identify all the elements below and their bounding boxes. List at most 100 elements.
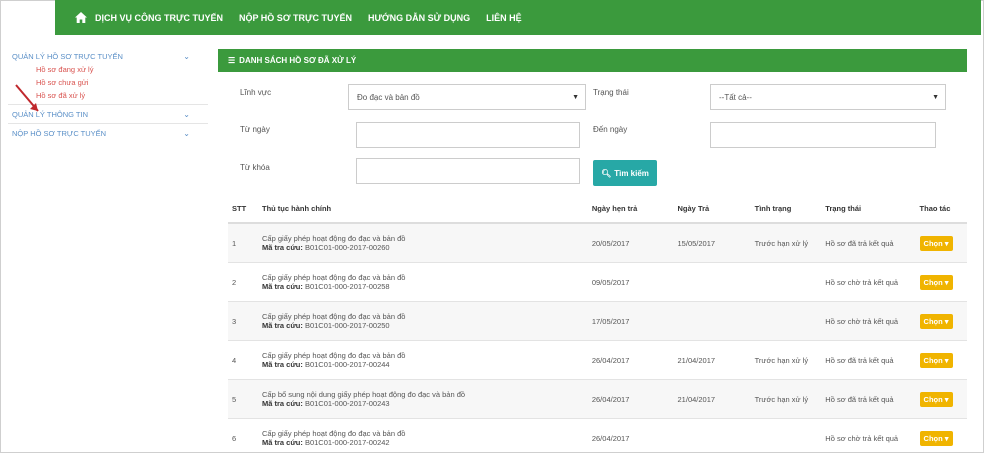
- home-icon[interactable]: [67, 0, 95, 35]
- cell-trang-thai: Hồ sơ chờ trả kết quả: [821, 263, 915, 302]
- nav-huong-dan[interactable]: HƯỚNG DẪN SỬ DỤNG: [368, 13, 470, 23]
- cell-thao-tac: Chọn ▾: [916, 302, 967, 341]
- sidebar-item-nop-ho-so[interactable]: NỘP HỒ SƠ TRỰC TUYẾN ⌄: [8, 126, 208, 140]
- cell-thao-tac: Chọn ▾: [916, 223, 967, 263]
- denngay-input[interactable]: [710, 122, 936, 148]
- code-label: Mã tra cứu:: [262, 360, 303, 369]
- cell-ngay-hen: 09/05/2017: [588, 263, 674, 302]
- sidebar-item-quan-ly-ho-so[interactable]: QUẢN LÝ HỒ SƠ TRỰC TUYẾN ⌄: [8, 49, 208, 63]
- procedure-name: Cấp giấy phép hoạt động đo đạc và bản đồ: [262, 273, 584, 282]
- code-label: Mã tra cứu:: [262, 438, 303, 447]
- cell-ngay-tra: [674, 263, 751, 302]
- cell-thu-tuc: Cấp giấy phép hoạt động đo đạc và bản đồ…: [258, 263, 588, 302]
- caret-down-icon: ▾: [945, 356, 949, 365]
- col-header-thu-tuc: Thủ tục hành chính: [258, 195, 588, 223]
- linhvuc-select[interactable]: Đo đạc và bản đồ ▼: [348, 84, 586, 110]
- nav-lien-he[interactable]: LIÊN HỆ: [486, 13, 522, 23]
- table-row: 2 Cấp giấy phép hoạt động đo đạc và bản …: [228, 263, 967, 302]
- nav-dich-vu-cong[interactable]: DỊCH VỤ CÔNG TRỰC TUYẾN: [95, 13, 223, 23]
- nav-nop-ho-so[interactable]: NỘP HỒ SƠ TRỰC TUYẾN: [239, 13, 352, 23]
- chon-button[interactable]: Chọn ▾: [920, 236, 953, 251]
- caret-down-icon: ▾: [945, 434, 949, 443]
- col-header-ngay-tra: Ngày Trả: [674, 195, 751, 223]
- chevron-down-icon: ⌄: [183, 129, 190, 138]
- sidebar-subitem-dang-xu-ly[interactable]: Hồ sơ đang xử lý: [8, 63, 208, 76]
- procedure-name: Cấp giấy phép hoạt động đo đạc và bản đồ: [262, 351, 584, 360]
- tracking-code: Mã tra cứu: B01C01-000-2017-00258: [262, 282, 584, 291]
- cell-thu-tuc: Cấp bổ sung nội dung giấy phép hoạt động…: [258, 380, 588, 419]
- cell-trang-thai: Hồ sơ đã trả kết quả: [821, 380, 915, 419]
- stt-value: 4: [232, 356, 236, 365]
- chevron-down-icon: ⌄: [183, 52, 190, 61]
- cell-tinh-trang: [751, 419, 822, 457]
- code-label: Mã tra cứu:: [262, 321, 303, 330]
- trangthai-label: Trạng thái: [593, 88, 629, 97]
- cell-stt: 2: [228, 263, 258, 302]
- chon-button[interactable]: Chọn ▾: [920, 275, 953, 290]
- cell-ngay-tra: 15/05/2017: [674, 223, 751, 263]
- cell-thao-tac: Chọn ▾: [916, 419, 967, 457]
- trangthai-select[interactable]: --Tất cả-- ▼: [710, 84, 946, 110]
- col-header-ngay-hen: Ngày hẹn trả: [588, 195, 674, 223]
- table-row: 4 Cấp giấy phép hoạt động đo đạc và bản …: [228, 341, 967, 380]
- trang-thai-value: Hồ sơ đã trả kết quả: [825, 356, 893, 365]
- ngay-hen-value: 26/04/2017: [592, 395, 630, 404]
- cell-tinh-trang: Trước hạn xử lý: [751, 341, 822, 380]
- sidebar-item-label: NỘP HỒ SƠ TRỰC TUYẾN: [12, 129, 106, 138]
- procedure-name: Cấp giấy phép hoạt động đo đạc và bản đồ: [262, 234, 584, 243]
- code-value: B01C01-000-2017-00244: [305, 360, 390, 369]
- tungay-input[interactable]: [356, 122, 580, 148]
- stt-value: 2: [232, 278, 236, 287]
- divider: [8, 123, 208, 124]
- tracking-code: Mã tra cứu: B01C01-000-2017-00244: [262, 360, 584, 369]
- cell-stt: 5: [228, 380, 258, 419]
- tinh-trang-value: Trước hạn xử lý: [755, 356, 808, 365]
- caret-down-icon: ▾: [945, 317, 949, 326]
- ngay-tra-value: 15/05/2017: [678, 239, 716, 248]
- chon-button[interactable]: Chọn ▾: [920, 431, 953, 446]
- linhvuc-value: Đo đạc và bản đồ: [357, 93, 420, 102]
- ngay-hen-value: 17/05/2017: [592, 317, 630, 326]
- tungay-label: Từ ngày: [240, 125, 270, 134]
- chon-button[interactable]: Chọn ▾: [920, 314, 953, 329]
- annotation-arrow-icon: [14, 83, 44, 115]
- tukhoa-input[interactable]: [356, 158, 580, 184]
- cell-ngay-tra: [674, 302, 751, 341]
- main-panel: ☰ DANH SÁCH HỒ SƠ ĐÃ XỬ LÝ Lĩnh vực Đo đ…: [218, 49, 967, 451]
- code-label: Mã tra cứu:: [262, 282, 303, 291]
- cell-thao-tac: Chọn ▾: [916, 380, 967, 419]
- col-header-stt: STT: [228, 195, 258, 223]
- caret-down-icon: ▾: [945, 278, 949, 287]
- chon-button[interactable]: Chọn ▾: [920, 392, 953, 407]
- linhvuc-label: Lĩnh vực: [240, 88, 271, 97]
- cell-ngay-hen: 26/04/2017: [588, 341, 674, 380]
- tukhoa-label: Từ khóa: [240, 163, 270, 172]
- cell-trang-thai: Hồ sơ chờ trả kết quả: [821, 419, 915, 457]
- cell-tinh-trang: Trước hạn xử lý: [751, 380, 822, 419]
- top-nav: DỊCH VỤ CÔNG TRỰC TUYẾN NỘP HỒ SƠ TRỰC T…: [55, 0, 981, 35]
- cell-ngay-hen: 26/04/2017: [588, 419, 674, 457]
- cell-stt: 6: [228, 419, 258, 457]
- caret-down-icon: ▼: [572, 94, 579, 101]
- code-label: Mã tra cứu:: [262, 399, 303, 408]
- chon-label: Chọn: [924, 317, 943, 326]
- sidebar-item-label: QUẢN LÝ HỒ SƠ TRỰC TUYẾN: [12, 52, 123, 61]
- cell-ngay-tra: 21/04/2017: [674, 341, 751, 380]
- ngay-tra-value: 21/04/2017: [678, 395, 716, 404]
- cell-tinh-trang: [751, 302, 822, 341]
- cell-trang-thai: Hồ sơ chờ trả kết quả: [821, 302, 915, 341]
- cell-thu-tuc: Cấp giấy phép hoạt động đo đạc và bản đồ…: [258, 341, 588, 380]
- search-button-label: Tìm kiếm: [614, 169, 649, 178]
- col-header-thao-tac: Thao tác: [916, 195, 967, 223]
- cell-ngay-tra: [674, 419, 751, 457]
- chon-button[interactable]: Chọn ▾: [920, 353, 953, 368]
- panel-title: DANH SÁCH HỒ SƠ ĐÃ XỬ LÝ: [239, 56, 356, 65]
- table-body: 1 Cấp giấy phép hoạt động đo đạc và bản …: [228, 223, 967, 457]
- cell-ngay-hen: 17/05/2017: [588, 302, 674, 341]
- search-button[interactable]: 🔍︎ Tìm kiếm: [593, 160, 657, 186]
- cell-thu-tuc: Cấp giấy phép hoạt động đo đạc và bản đồ…: [258, 223, 588, 263]
- cell-stt: 1: [228, 223, 258, 263]
- cell-tinh-trang: [751, 263, 822, 302]
- tracking-code: Mã tra cứu: B01C01-000-2017-00242: [262, 438, 584, 447]
- stt-value: 6: [232, 434, 236, 443]
